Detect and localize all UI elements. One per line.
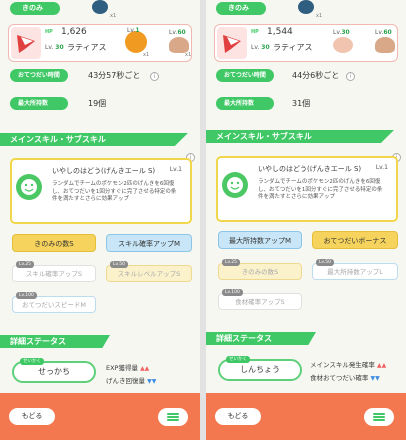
subskill-button-1[interactable]: 最大所持数アップM xyxy=(218,231,302,249)
info-icon[interactable]: i xyxy=(150,72,159,81)
subskill-slot-lv25[interactable]: Lv.25 スキル確率アップS xyxy=(12,261,96,282)
help-interval-value: 44分6秒ごと xyxy=(292,71,340,80)
berry-count: x1 xyxy=(110,13,117,19)
nature-box[interactable]: せいかく せっかち xyxy=(12,358,96,383)
hp-label: HP xyxy=(251,29,259,35)
pumpkin-icon xyxy=(125,31,147,53)
main-skill-card[interactable]: いやしのはどう(げんきエール S) Lv.1 ランダムでチームのポケモン2匹のげ… xyxy=(10,158,192,224)
max-inventory-value: 19個 xyxy=(88,99,107,108)
section-header-detail: 詳細ステータス xyxy=(0,335,110,348)
berry-label: きのみ xyxy=(216,2,266,15)
subskill-button-1[interactable]: きのみの数S xyxy=(12,234,96,252)
pokemon-card: HP 1,544 Lv. 30 ラティアス Lv.30 Lv.60 xyxy=(214,24,398,62)
egg-icon xyxy=(333,37,353,53)
pokemon-portrait xyxy=(11,27,41,59)
bottom-bar: もどる xyxy=(0,393,200,440)
section-header-skills: メインスキル・サブスキル xyxy=(0,133,188,146)
hp-value: 1,626 xyxy=(61,27,87,37)
berry-count: x1 xyxy=(316,13,323,19)
max-inventory-value: 31個 xyxy=(292,99,311,108)
ingredient-level: Lv.60 xyxy=(375,29,392,36)
nature-effect-down: げんき回復量 ▼▼ xyxy=(106,377,157,385)
subskill-slot-lv50[interactable]: Lv.50 最大所持数アップL xyxy=(312,259,398,280)
help-interval-value: 43分57秒ごと xyxy=(88,71,141,80)
ingredient-count: x1 xyxy=(143,52,150,58)
subskill-level-tag: Lv.50 xyxy=(110,261,128,268)
subskill-button-2[interactable]: スキル確率アップM xyxy=(106,234,192,252)
pokemon-sprite-icon xyxy=(17,35,35,53)
menu-icon[interactable] xyxy=(158,408,188,426)
main-skill-level: Lv.1 xyxy=(169,166,182,173)
nature-tag: せいかく xyxy=(226,356,250,363)
berry-label: きのみ xyxy=(10,2,60,15)
back-button[interactable]: もどる xyxy=(215,408,261,425)
pokemon-portrait xyxy=(217,27,247,59)
main-skill-name: いやしのはどう(げんきエール S) xyxy=(258,165,362,173)
back-button[interactable]: もどる xyxy=(9,408,55,425)
subskill-level-tag: Lv.100 xyxy=(16,292,37,299)
subskill-level-tag: Lv.25 xyxy=(222,259,240,266)
nature-effect-up: EXP獲得量 ▲▲ xyxy=(106,364,150,372)
pokemon-level: Lv. 30 xyxy=(45,44,64,51)
section-header-skills: メインスキル・サブスキル xyxy=(206,130,394,143)
main-skill-card[interactable]: いやしのはどう(げんきエール S) Lv.1 ランダムでチームのポケモン2匹のげ… xyxy=(216,156,398,222)
ingredient-count: x1 xyxy=(185,52,192,58)
ingredient-level: Lv.60 xyxy=(169,29,186,36)
pokemon-name: ラティアス xyxy=(67,43,107,52)
subskill-button-2[interactable]: おてつだいボーナス xyxy=(312,231,398,249)
pokemon-card: HP 1,626 Lv. 30 ラティアス Lv.1 x1 Lv.60 x1 xyxy=(8,24,192,62)
oran-berry-icon xyxy=(298,0,314,14)
mushroom-icon xyxy=(169,37,189,53)
smile-icon xyxy=(16,174,42,200)
main-skill-description: ランダムでチームのポケモン2匹のげんきを6回復し、おてつだいを1回分すぐに完了さ… xyxy=(52,181,177,202)
bottom-bar: もどる xyxy=(206,393,406,440)
nature-effect-down: 食材おてつだい確率 ▼▼ xyxy=(310,374,380,382)
subskill-level-tag: Lv.50 xyxy=(316,259,334,266)
menu-icon[interactable] xyxy=(364,408,394,426)
subskill-slot-lv50[interactable]: Lv.50 スキルレベルアップS xyxy=(106,261,192,282)
pokemon-sprite-icon xyxy=(223,35,241,53)
right-pokemon-panel: きのみ x1 HP 1,544 Lv. 30 ラティアス Lv.30 Lv.60… xyxy=(206,0,406,440)
smile-icon xyxy=(222,172,248,198)
mushroom-icon xyxy=(375,37,395,53)
ingredient-level: Lv.1 xyxy=(127,27,140,34)
hp-label: HP xyxy=(45,29,53,35)
max-inventory-label: 最大所持数 xyxy=(10,97,68,110)
nature-effect-up: メインスキル発生確率 ▲▲ xyxy=(310,361,387,369)
nature-tag: せいかく xyxy=(20,358,44,365)
subskill-slot-lv25[interactable]: Lv.25 きのみの数S xyxy=(218,259,302,280)
subskill-slot-lv100[interactable]: Lv.100 おてつだいスピードM xyxy=(12,292,96,313)
subskill-slot-lv100[interactable]: Lv.100 食材確率アップS xyxy=(218,289,302,310)
left-pokemon-panel: きのみ x1 HP 1,626 Lv. 30 ラティアス Lv.1 x1 Lv.… xyxy=(0,0,200,440)
oran-berry-icon xyxy=(92,0,108,14)
subskill-level-tag: Lv.25 xyxy=(16,261,34,268)
hp-value: 1,544 xyxy=(267,27,293,37)
help-interval-label: おてつだい時間 xyxy=(216,69,274,82)
subskill-level-tag: Lv.100 xyxy=(222,289,243,296)
ingredient-level: Lv.30 xyxy=(333,29,350,36)
main-skill-level: Lv.1 xyxy=(375,164,388,171)
main-skill-name: いやしのはどう(げんきエール S) xyxy=(52,167,156,175)
nature-box[interactable]: せいかく しんちょう xyxy=(218,356,302,381)
section-header-detail: 詳細ステータス xyxy=(206,332,316,345)
main-skill-description: ランダムでチームのポケモン2匹のげんきを6回復し、おてつだいを1回分すぐに完了さ… xyxy=(258,179,383,200)
pokemon-name: ラティアス xyxy=(273,43,313,52)
help-interval-label: おてつだい時間 xyxy=(10,69,68,82)
max-inventory-label: 最大所持数 xyxy=(216,97,274,110)
pokemon-level: Lv. 30 xyxy=(251,44,270,51)
info-icon[interactable]: i xyxy=(346,72,355,81)
